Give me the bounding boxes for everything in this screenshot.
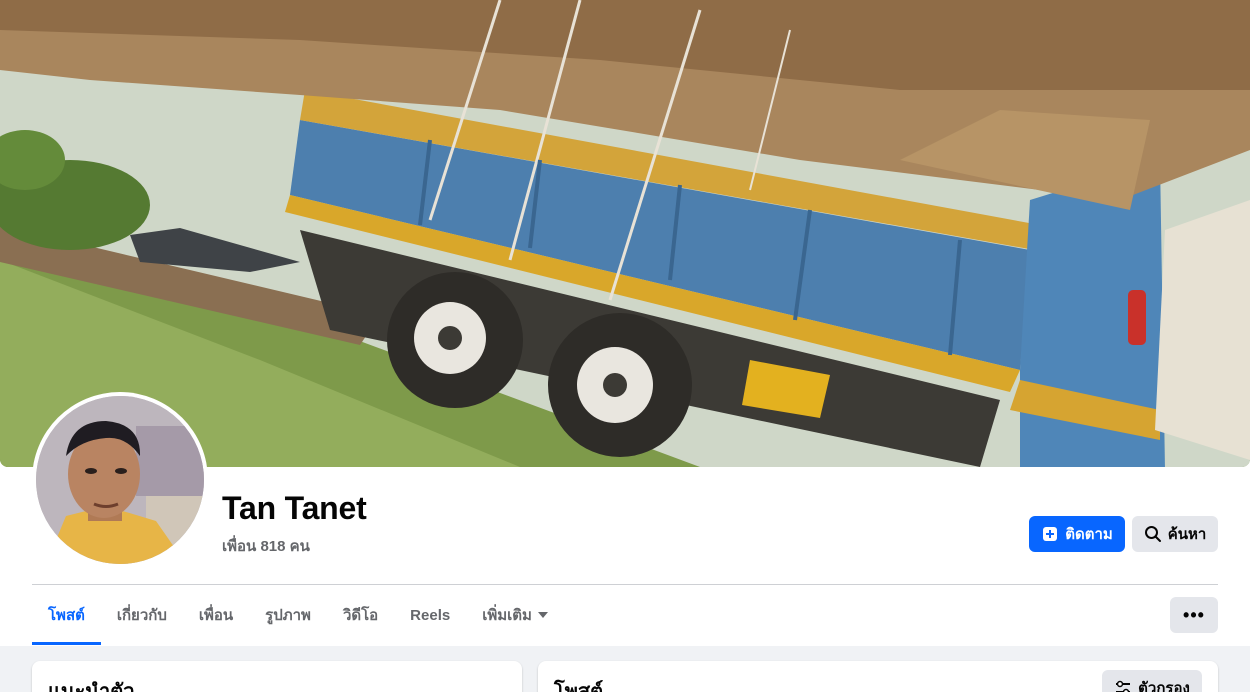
tab-label: โพสต์ [48, 607, 85, 624]
tab-label: เพื่อน [198, 607, 234, 624]
tab-posts[interactable]: โพสต์ [32, 585, 101, 645]
profile-name: Tan Tanet [222, 490, 367, 526]
follow-label: ติดตาม [1065, 526, 1113, 543]
profile-avatar[interactable] [32, 392, 208, 568]
tab-about[interactable]: เกี่ยวกับ [101, 585, 183, 645]
tab-label: Reels [410, 606, 451, 624]
search-label: ค้นหา [1167, 526, 1207, 543]
cover-photo[interactable] [0, 0, 1250, 467]
tab-more[interactable]: เพิ่มเติม [466, 585, 564, 645]
friends-count[interactable]: เพื่อน 818 คน [222, 534, 310, 558]
tab-reels[interactable]: Reels [394, 585, 466, 645]
tab-label: เพิ่มเติม [482, 607, 532, 624]
posts-title: โพสต์ [554, 681, 604, 692]
intro-card: แนะนำตัว [32, 661, 522, 692]
posts-card: โพสต์ ตัวกรอง [538, 661, 1218, 692]
intro-title: แนะนำตัว [48, 681, 135, 692]
search-icon [1144, 525, 1162, 543]
tab-photos[interactable]: รูปภาพ [249, 585, 327, 645]
more-dots-icon: ••• [1183, 604, 1205, 625]
follow-button[interactable]: ติดตาม [1029, 516, 1125, 552]
tab-label: เกี่ยวกับ [116, 607, 167, 624]
filter-label: ตัวกรอง [1138, 680, 1190, 692]
avatar-photo [36, 396, 204, 564]
caret-down-icon [537, 612, 548, 618]
filter-button[interactable]: ตัวกรอง [1102, 670, 1202, 692]
tab-friends[interactable]: เพื่อน [183, 585, 249, 645]
tab-label: วิดีโอ [342, 607, 379, 624]
filter-sliders-icon [1114, 679, 1132, 692]
more-options-button[interactable]: ••• [1170, 597, 1218, 633]
profile-tabs: โพสต์ เกี่ยวกับ เพื่อน รูปภาพ วิดีโอ Ree… [32, 585, 564, 645]
profile-header: Tan Tanet เพื่อน 818 คน ติดตาม ค้นหา โพส… [0, 0, 1250, 646]
tab-videos[interactable]: วิดีโอ [327, 585, 394, 645]
search-button[interactable]: ค้นหา [1132, 516, 1218, 552]
follow-plus-icon [1041, 525, 1059, 543]
tab-label: รูปภาพ [265, 607, 311, 624]
